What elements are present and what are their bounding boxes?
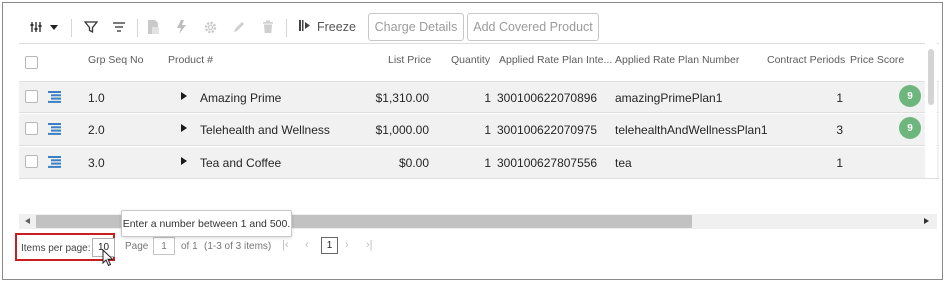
freeze-icon xyxy=(298,19,311,35)
grp-seq-no-cell: 2.0 xyxy=(88,123,105,137)
freeze-button[interactable]: Freeze xyxy=(298,12,356,42)
freeze-label: Freeze xyxy=(317,20,356,34)
item-range-label: (1-3 of 3 items) xyxy=(204,241,272,252)
clear-filter-button[interactable] xyxy=(109,12,129,42)
table-row[interactable]: 2.0 Telehealth and Wellness $1,000.00 1 … xyxy=(19,114,939,146)
rate-plan-number-cell: amazingPrimePlan1 xyxy=(615,91,723,105)
delete-button[interactable] xyxy=(258,12,278,42)
price-score-badge: 9 xyxy=(899,117,921,139)
row-checkbox[interactable] xyxy=(25,90,38,103)
price-score-badge: 9 xyxy=(899,85,921,107)
page-count-label: of 1 xyxy=(181,241,198,252)
recalculate-button[interactable] xyxy=(172,12,192,42)
row-details-icon[interactable] xyxy=(48,91,61,106)
settings-icon xyxy=(203,20,218,35)
product-cell: Amazing Prime xyxy=(200,91,282,105)
expand-caret-icon[interactable] xyxy=(181,157,187,165)
page-number-input[interactable]: 1 xyxy=(153,237,175,255)
items-per-page-label: Items per page: xyxy=(21,243,91,254)
list-price-cell: $1,000.00 xyxy=(375,123,429,137)
expand-caret-icon[interactable] xyxy=(181,124,187,132)
table-panel: Freeze Charge Details Add Covered Produc… xyxy=(2,2,943,280)
grp-seq-no-cell: 3.0 xyxy=(88,156,105,170)
vertical-scroll-thumb[interactable] xyxy=(928,49,934,105)
column-header-list-price[interactable]: List Price xyxy=(388,54,431,66)
product-cell: Tea and Coffee xyxy=(200,156,282,170)
rate-plan-number-cell: tea xyxy=(615,156,632,170)
edit-button[interactable] xyxy=(229,12,249,42)
clear-filter-icon xyxy=(112,20,126,34)
toolbar: Freeze Charge Details Add Covered Produc… xyxy=(19,12,939,44)
quantity-cell: 1 xyxy=(484,156,491,170)
first-page-icon[interactable]: |‹ xyxy=(282,239,289,251)
columns-menu-icon xyxy=(30,20,60,34)
filter-icon xyxy=(84,20,98,34)
contract-periods-cell: 1 xyxy=(836,91,843,105)
column-header-rate-plan-number[interactable]: Applied Rate Plan Number xyxy=(615,54,739,66)
column-header-contract-periods[interactable]: Contract Periods xyxy=(767,54,845,66)
mouse-cursor-icon xyxy=(102,248,114,272)
rate-plan-number-cell: telehealthAndWellnessPlan1 xyxy=(615,123,768,137)
list-price-cell: $0.00 xyxy=(398,156,429,170)
rate-plan-int-cell: 300100622070896 xyxy=(497,91,598,105)
grid-header: Grp Seq No Product # List Price Quantity… xyxy=(19,43,939,81)
row-checkbox[interactable] xyxy=(25,155,38,168)
current-page-button[interactable]: 1 xyxy=(321,237,338,254)
items-per-page-tooltip: Enter a number between 1 and 500. xyxy=(121,210,292,237)
scroll-right-icon[interactable] xyxy=(924,218,929,224)
product-cell: Telehealth and Wellness xyxy=(200,123,330,137)
rate-plan-int-cell: 300100622070975 xyxy=(497,123,598,137)
charge-details-button[interactable]: Charge Details xyxy=(368,13,464,41)
previous-page-icon[interactable]: ‹ xyxy=(305,239,309,251)
items-per-page-highlight: Items per page: 10 xyxy=(15,233,115,261)
filter-button[interactable] xyxy=(81,12,101,42)
edit-icon xyxy=(232,20,246,34)
contract-periods-cell: 3 xyxy=(836,123,843,137)
last-page-icon[interactable]: ›| xyxy=(366,239,373,251)
expand-caret-icon[interactable] xyxy=(181,92,187,100)
copy-button[interactable] xyxy=(143,12,163,42)
column-header-price-score[interactable]: Price Score xyxy=(850,54,904,66)
quantity-cell: 1 xyxy=(484,123,491,137)
next-page-icon[interactable]: › xyxy=(345,239,349,251)
column-header-product[interactable]: Product # xyxy=(168,54,213,66)
rate-plan-int-cell: 300100627807556 xyxy=(497,156,598,170)
row-details-icon[interactable] xyxy=(48,156,61,171)
list-price-cell: $1,310.00 xyxy=(375,91,429,105)
column-header-quantity[interactable]: Quantity xyxy=(451,54,490,66)
column-header-rate-plan-int[interactable]: Applied Rate Plan Inte... xyxy=(499,54,612,66)
quantity-cell: 1 xyxy=(484,91,491,105)
table-row[interactable]: 1.0 Amazing Prime $1,310.00 1 3001006220… xyxy=(19,81,939,113)
settings-button[interactable] xyxy=(200,12,220,42)
row-details-icon[interactable] xyxy=(48,123,61,138)
row-checkbox[interactable] xyxy=(25,122,38,135)
contract-periods-cell: 1 xyxy=(836,156,843,170)
delete-icon xyxy=(262,20,274,34)
copy-icon xyxy=(146,19,160,35)
column-header-grp-seq-no[interactable]: Grp Seq No xyxy=(88,54,143,66)
scroll-left-icon[interactable] xyxy=(25,218,30,224)
select-all-checkbox[interactable] xyxy=(25,56,38,69)
grp-seq-no-cell: 1.0 xyxy=(88,91,105,105)
add-covered-product-button[interactable]: Add Covered Product xyxy=(467,13,599,41)
vertical-scrollbar[interactable] xyxy=(925,43,937,178)
page-label: Page xyxy=(125,241,149,252)
recalculate-icon xyxy=(174,19,190,35)
columns-menu-button[interactable] xyxy=(30,12,60,42)
table-row[interactable]: 3.0 Tea and Coffee $0.00 1 3001006278075… xyxy=(19,147,939,179)
